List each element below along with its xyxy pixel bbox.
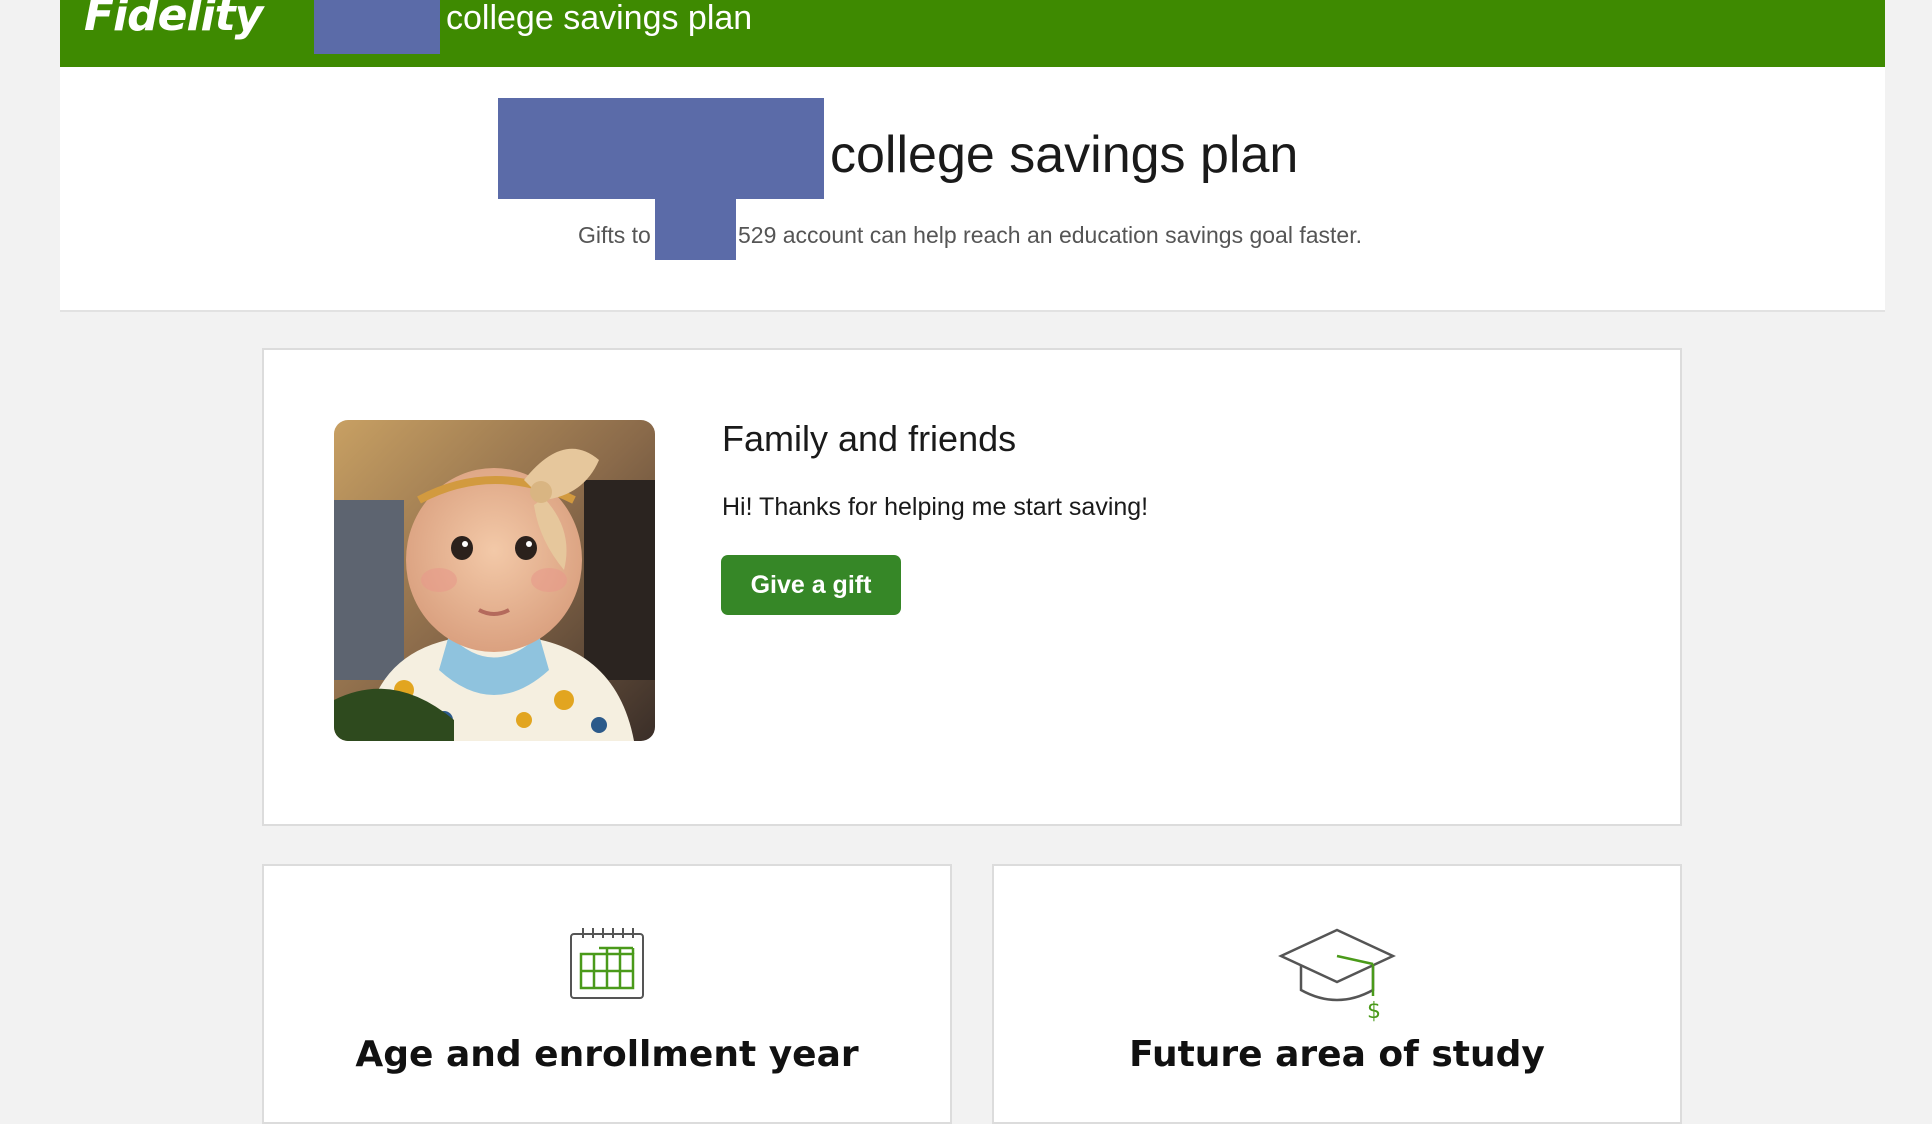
future-study-title: Future area of study xyxy=(1129,1034,1545,1075)
age-enrollment-card[interactable]: Age and enrollment year xyxy=(262,864,952,1124)
svg-text:$: $ xyxy=(1367,999,1381,1022)
graduation-cap-icon: $ xyxy=(1277,926,1397,1027)
hero-subtitle-prefix: Gifts to xyxy=(578,222,651,248)
redacted-block xyxy=(314,0,440,54)
family-friends-card: Family and friends Hi! Thanks for helpin… xyxy=(262,348,1682,826)
give-a-gift-button[interactable]: Give a gift xyxy=(721,555,901,615)
future-study-card[interactable]: $ Future area of study xyxy=(992,864,1682,1124)
hero-section: college savings plan Gifts to 529 accoun… xyxy=(60,67,1885,312)
redacted-block xyxy=(655,199,736,260)
window-edge xyxy=(1885,0,1932,1092)
header-bar: Fidelity college savings plan xyxy=(60,0,1885,67)
calendar-icon xyxy=(569,926,645,1007)
page-title: college savings plan xyxy=(830,126,1299,184)
hero-subtitle-suffix: 529 account can help reach an education … xyxy=(738,222,1362,248)
fidelity-logo[interactable]: Fidelity xyxy=(84,0,263,41)
redacted-block xyxy=(498,98,824,199)
header-title: college savings plan xyxy=(446,0,753,37)
card-heading: Family and friends xyxy=(722,418,1017,459)
card-message: Hi! Thanks for helping me start saving! xyxy=(722,493,1149,521)
page: Fidelity college savings plan college sa… xyxy=(60,0,1885,1124)
age-enrollment-title: Age and enrollment year xyxy=(355,1034,859,1075)
baby-photo xyxy=(334,420,655,741)
